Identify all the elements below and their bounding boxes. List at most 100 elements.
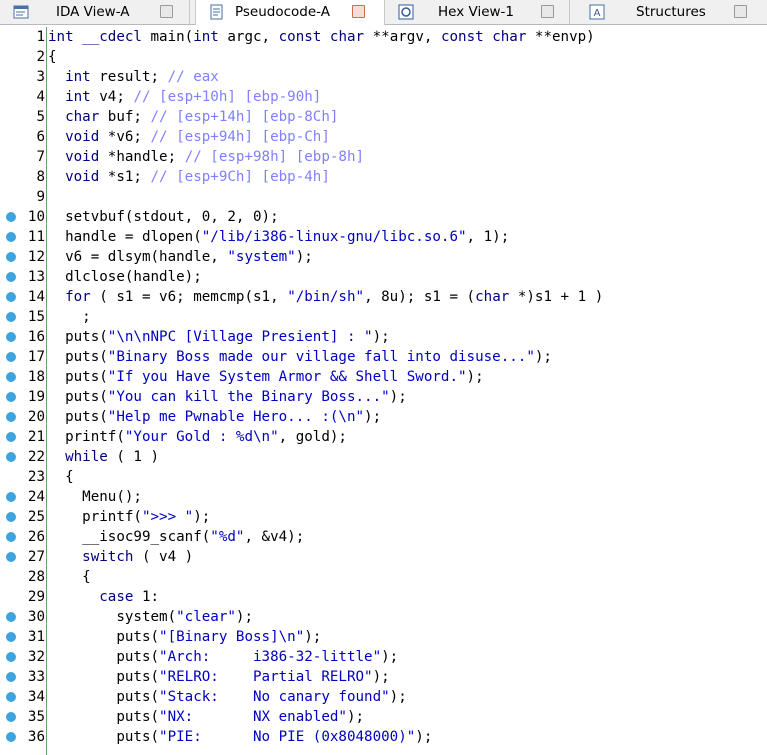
code-text: for ( s1 = v6; memcmp(s1, "/bin/sh", 8u)… [65, 289, 604, 305]
code-line[interactable]: 11 handle = dlopen("/lib/i386-linux-gnu/… [0, 227, 767, 247]
breakpoint-dot-icon[interactable] [6, 532, 16, 542]
code-text: { [48, 469, 74, 485]
line-number: 22 [27, 449, 45, 465]
code-line[interactable]: 36 puts("PIE: No PIE (0x8048000)"); [0, 727, 767, 747]
code-line[interactable]: 21 printf("Your Gold : %d\n", gold); [0, 427, 767, 447]
disassembly-view-icon [13, 5, 29, 19]
tab-hex-view-1[interactable]: Hex View-1 [390, 0, 570, 24]
pseudocode-editor[interactable]: 1 int __cdecl main(int argc, const char *… [0, 27, 767, 755]
code-line[interactable]: 4 int v4; // [esp+10h] [ebp-90h] [0, 87, 767, 107]
line-number: 34 [27, 689, 45, 705]
code-line[interactable]: 9 [0, 187, 767, 207]
breakpoint-dot-icon[interactable] [6, 552, 16, 562]
breakpoint-dot-icon[interactable] [6, 352, 16, 362]
code-line[interactable]: 29 case 1: [0, 587, 767, 607]
tab-label: Pseudocode-A [235, 4, 330, 20]
code-line[interactable]: 16 puts("\n\nNPC [Village Presient] : ")… [0, 327, 767, 347]
breakpoint-dot-icon[interactable] [6, 372, 16, 382]
close-icon[interactable] [160, 5, 173, 18]
hex-view-icon [398, 4, 414, 20]
code-text: puts("If you Have System Armor && Shell … [48, 369, 484, 385]
code-text: setvbuf(stdout, 0, 2, 0); [48, 209, 279, 225]
code-text: __isoc99_scanf("%d", &v4); [48, 529, 305, 545]
code-line[interactable]: 30 system("clear"); [0, 607, 767, 627]
line-number: 25 [27, 509, 45, 525]
breakpoint-dot-icon[interactable] [6, 292, 16, 302]
code-text: int result; // eax [65, 69, 219, 85]
code-line[interactable]: 35 puts("NX: NX enabled"); [0, 707, 767, 727]
code-line[interactable]: 15 ; [0, 307, 767, 327]
line-number: 2 [36, 49, 45, 65]
code-line[interactable]: 18 puts("If you Have System Armor && She… [0, 367, 767, 387]
code-line[interactable]: 19 puts("You can kill the Binary Boss...… [0, 387, 767, 407]
breakpoint-dot-icon[interactable] [6, 232, 16, 242]
code-text: void *v6; // [esp+94h] [ebp-Ch] [65, 129, 330, 145]
code-line[interactable]: 2{ [0, 47, 767, 67]
code-line[interactable]: 24 Menu(); [0, 487, 767, 507]
line-number: 30 [27, 609, 45, 625]
code-line[interactable]: 6 void *v6; // [esp+94h] [ebp-Ch] [0, 127, 767, 147]
code-line[interactable]: 32 puts("Arch: i386-32-little"); [0, 647, 767, 667]
code-line[interactable]: 20 puts("Help me Pwnable Hero... :(\n"); [0, 407, 767, 427]
code-line[interactable]: 10 setvbuf(stdout, 0, 2, 0); [0, 207, 767, 227]
code-line[interactable]: 12 v6 = dlsym(handle, "system"); [0, 247, 767, 267]
code-line[interactable]: 34 puts("Stack: No canary found"); [0, 687, 767, 707]
code-line[interactable]: 28 { [0, 567, 767, 587]
code-text: switch ( v4 ) [82, 549, 194, 565]
code-line[interactable]: 25 printf(">>> "); [0, 507, 767, 527]
line-number: 4 [36, 89, 45, 105]
close-icon[interactable] [352, 5, 365, 18]
breakpoint-dot-icon[interactable] [6, 312, 16, 322]
svg-text:A: A [594, 8, 601, 19]
breakpoint-dot-icon[interactable] [6, 732, 16, 742]
breakpoint-dot-icon[interactable] [6, 492, 16, 502]
breakpoint-dot-icon[interactable] [6, 672, 16, 682]
line-number: 24 [27, 489, 45, 505]
code-text: puts("RELRO: Partial RELRO"); [48, 669, 390, 685]
code-line[interactable]: 33 puts("RELRO: Partial RELRO"); [0, 667, 767, 687]
breakpoint-dot-icon[interactable] [6, 332, 16, 342]
code-line[interactable]: 31 puts("[Binary Boss]\n"); [0, 627, 767, 647]
code-line[interactable]: 14 for ( s1 = v6; memcmp(s1, "/bin/sh", … [0, 287, 767, 307]
breakpoint-dot-icon[interactable] [6, 612, 16, 622]
close-icon[interactable] [541, 5, 554, 18]
line-number: 21 [27, 429, 45, 445]
code-line[interactable]: 26 __isoc99_scanf("%d", &v4); [0, 527, 767, 547]
close-icon[interactable] [734, 5, 747, 18]
breakpoint-dot-icon[interactable] [6, 452, 16, 462]
line-number: 32 [27, 649, 45, 665]
code-line[interactable]: 3 int result; // eax [0, 67, 767, 87]
code-text: { [48, 569, 91, 585]
breakpoint-dot-icon[interactable] [6, 432, 16, 442]
code-text: puts("[Binary Boss]\n"); [48, 629, 322, 645]
breakpoint-dot-icon[interactable] [6, 252, 16, 262]
code-line[interactable]: 17 puts("Binary Boss made our village fa… [0, 347, 767, 367]
code-line[interactable]: 27 switch ( v4 ) [0, 547, 767, 567]
code-line[interactable]: 13 dlclose(handle); [0, 267, 767, 287]
breakpoint-dot-icon[interactable] [6, 412, 16, 422]
breakpoint-dot-icon[interactable] [6, 392, 16, 402]
breakpoint-dot-icon[interactable] [6, 652, 16, 662]
tab-label: Hex View-1 [438, 4, 514, 20]
breakpoint-dot-icon[interactable] [6, 212, 16, 222]
breakpoint-dot-icon[interactable] [6, 632, 16, 642]
code-text: handle = dlopen("/lib/i386-linux-gnu/lib… [48, 229, 510, 245]
code-line[interactable]: 5 char buf; // [esp+14h] [ebp-8Ch] [0, 107, 767, 127]
code-line[interactable]: 7 void *handle; // [esp+98h] [ebp-8h] [0, 147, 767, 167]
tab-ida-view-a[interactable]: IDA View-A [0, 0, 190, 24]
code-text: puts("You can kill the Binary Boss..."); [48, 389, 407, 405]
breakpoint-dot-icon[interactable] [6, 272, 16, 282]
code-line[interactable]: 23 { [0, 467, 767, 487]
breakpoint-dot-icon[interactable] [6, 512, 16, 522]
breakpoint-dot-icon[interactable] [6, 692, 16, 702]
tab-structures[interactable]: A Structures [577, 0, 767, 24]
line-number: 31 [27, 629, 45, 645]
code-line[interactable]: 8 void *s1; // [esp+9Ch] [ebp-4h] [0, 167, 767, 187]
tab-pseudocode-a[interactable]: Pseudocode-A [195, 0, 385, 25]
breakpoint-dot-icon[interactable] [6, 712, 16, 722]
code-line[interactable]: 22 while ( 1 ) [0, 447, 767, 467]
code-text: case 1: [99, 589, 160, 605]
line-number: 15 [27, 309, 45, 325]
code-line[interactable]: 1 int __cdecl main(int argc, const char *… [0, 27, 767, 47]
tab-label: IDA View-A [56, 4, 130, 20]
